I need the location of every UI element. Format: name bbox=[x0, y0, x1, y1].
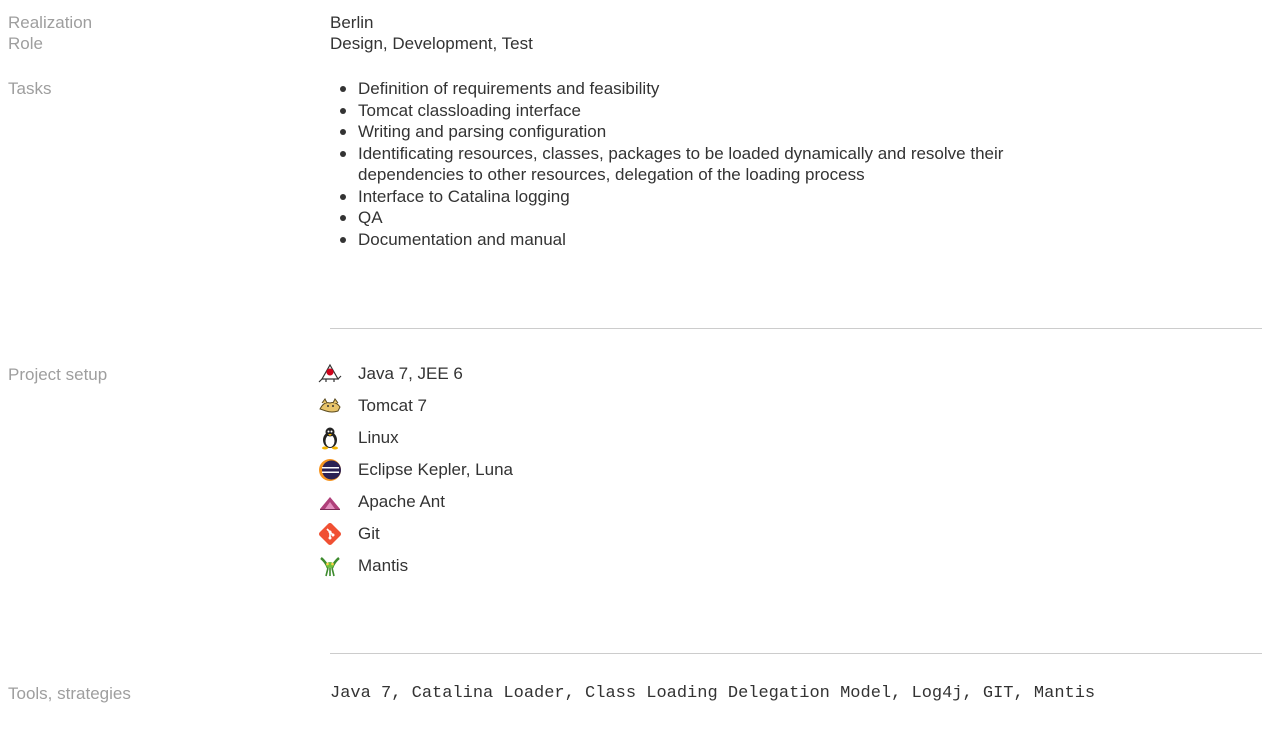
bullet-icon bbox=[340, 150, 346, 157]
divider bbox=[330, 328, 1262, 329]
mantis-icon bbox=[318, 554, 342, 578]
realization-label: Realization bbox=[8, 13, 93, 32]
task-text: Tomcat classloading interface bbox=[358, 100, 582, 120]
tasks-list: Definition of requirements and feasibili… bbox=[330, 78, 1090, 250]
bullet-icon bbox=[340, 129, 346, 135]
task-item: Interface to Catalina logging bbox=[330, 186, 1090, 208]
setup-item-git: Git bbox=[318, 518, 513, 550]
task-text: QA bbox=[358, 208, 383, 227]
bullet-icon bbox=[340, 86, 346, 92]
setup-item-eclipse: Eclipse Kepler, Luna bbox=[318, 454, 513, 486]
task-item: Documentation and manual bbox=[330, 229, 1090, 251]
task-text: Writing and parsing configuration bbox=[358, 122, 607, 141]
setup-item-tomcat: Tomcat 7 bbox=[318, 390, 513, 422]
bullet-icon bbox=[340, 107, 346, 114]
task-item: Tomcat classloading interface bbox=[330, 100, 1090, 122]
task-text: Documentation and manual bbox=[358, 229, 566, 249]
setup-item-java: Java 7, JEE 6 bbox=[318, 358, 513, 390]
linux-icon bbox=[318, 426, 342, 450]
task-item: Identificating resources, classes, packa… bbox=[330, 143, 1058, 186]
project-setup-list: Java 7, JEE 6 Tomcat 7 Linux Eclipse Kep… bbox=[318, 358, 513, 582]
task-item: Definition of requirements and feasibili… bbox=[330, 78, 1090, 100]
project-setup-label: Project setup bbox=[8, 365, 108, 384]
task-text: Definition of requirements and feasibili… bbox=[358, 79, 660, 98]
setup-item-label: Mantis bbox=[358, 556, 409, 575]
tools-value: Java 7, Catalina Loader, Class Loading D… bbox=[330, 684, 1096, 703]
git-icon bbox=[318, 522, 342, 546]
setup-item-label: Tomcat 7 bbox=[358, 396, 427, 415]
task-item: Writing and parsing configuration bbox=[330, 121, 1090, 143]
setup-item-mantis: Mantis bbox=[318, 550, 513, 582]
divider bbox=[330, 653, 1262, 654]
setup-item-label: Eclipse Kepler, Luna bbox=[358, 460, 513, 479]
task-text: Identificating resources, classes, packa… bbox=[358, 143, 1004, 185]
bullet-icon bbox=[340, 215, 346, 221]
apache-ant-icon bbox=[318, 490, 342, 514]
task-text: Interface to Catalina logging bbox=[358, 186, 570, 206]
role-value: Design, Development, Test bbox=[330, 34, 533, 53]
bullet-icon bbox=[340, 236, 346, 243]
tasks-label: Tasks bbox=[8, 79, 52, 98]
setup-item-label: Apache Ant bbox=[358, 492, 445, 511]
task-item: QA bbox=[330, 207, 1090, 229]
tools-label: Tools, strategies bbox=[8, 684, 131, 703]
eclipse-icon bbox=[318, 458, 342, 482]
setup-item-linux: Linux bbox=[318, 422, 513, 454]
setup-item-label: Git bbox=[358, 524, 380, 543]
java-icon bbox=[318, 362, 342, 386]
setup-item-label: Java 7, JEE 6 bbox=[358, 364, 463, 383]
realization-value: Berlin bbox=[330, 13, 374, 32]
role-label: Role bbox=[8, 34, 43, 53]
tomcat-icon bbox=[318, 394, 342, 418]
setup-item-label: Linux bbox=[358, 428, 399, 447]
setup-item-ant: Apache Ant bbox=[318, 486, 513, 518]
bullet-icon bbox=[340, 193, 346, 200]
